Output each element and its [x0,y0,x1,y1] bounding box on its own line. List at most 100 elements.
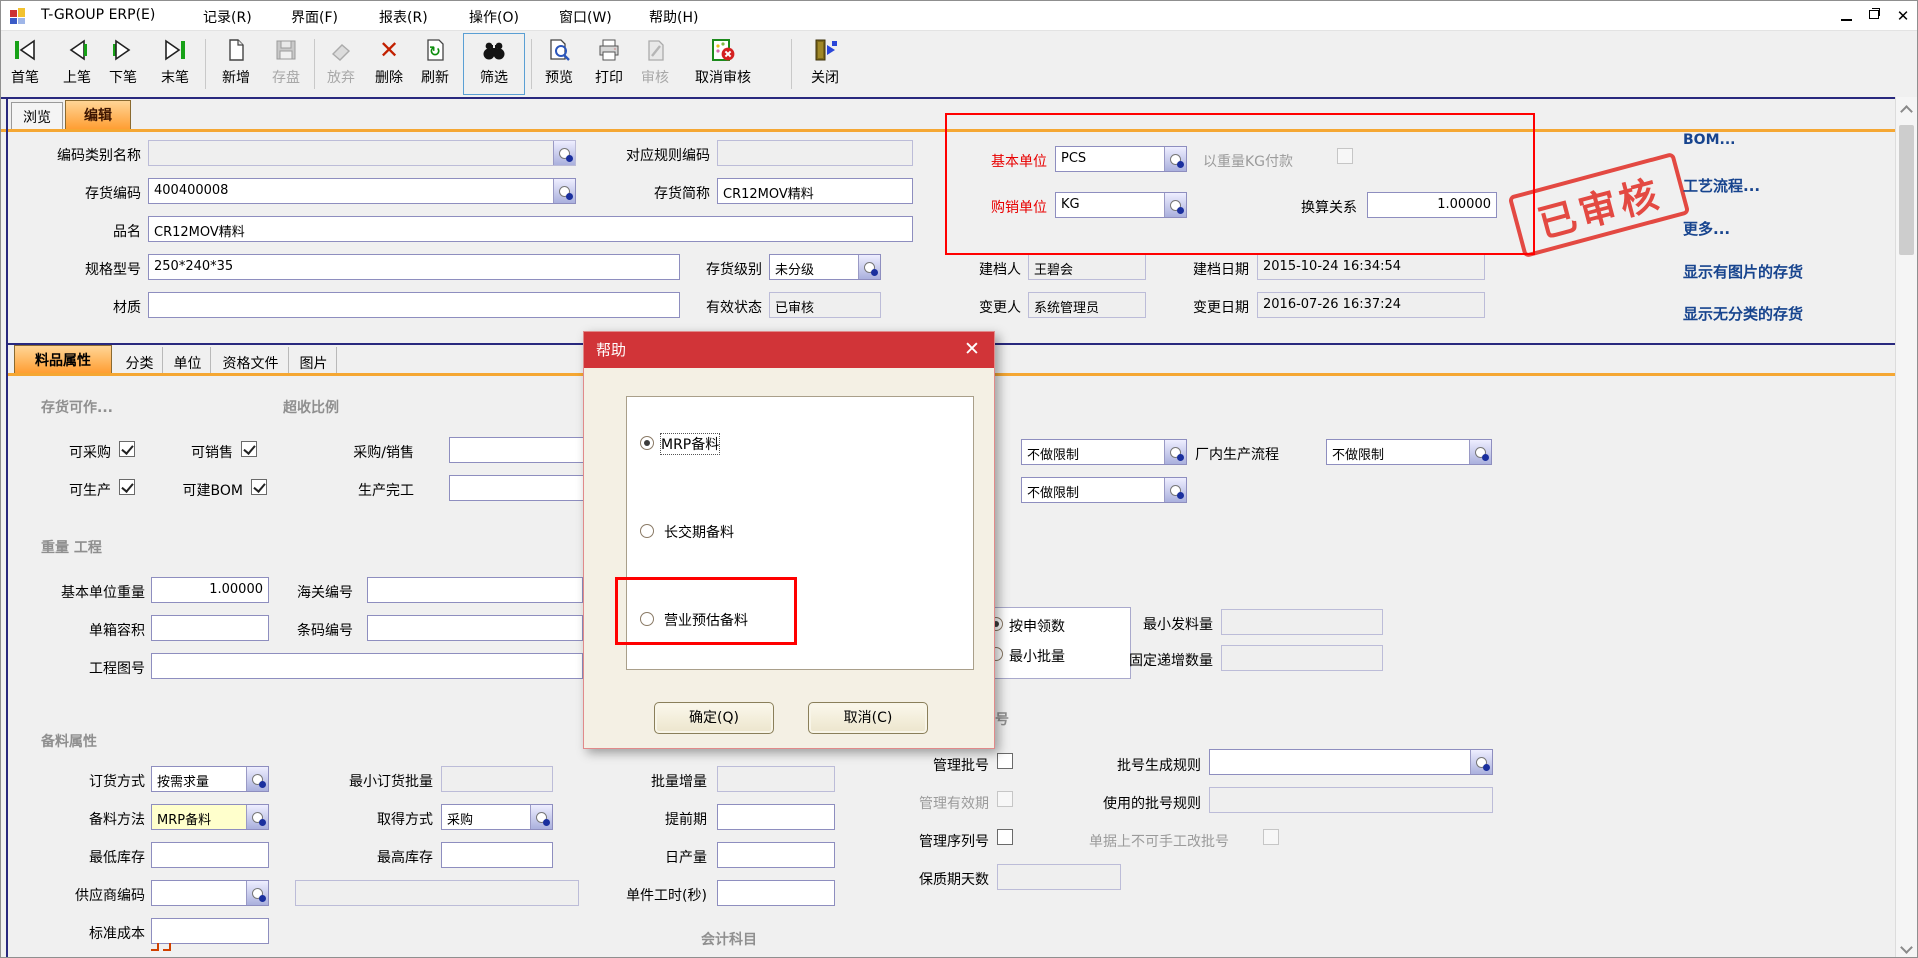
lead-time-field[interactable] [717,804,835,830]
mrp-prep-radio[interactable] [640,436,654,450]
order-method-field[interactable]: 按需求量 [151,766,269,792]
supplier-code-field[interactable] [151,880,269,906]
rule-code-field[interactable] [717,140,913,166]
save-button[interactable]: 存盘 [263,35,309,87]
process-flow-link[interactable]: 工艺流程... [1683,175,1760,196]
product-name-field[interactable]: CR12MOV精料 [148,216,913,242]
manage-batch-checkbox[interactable] [997,753,1013,769]
min-issue-field[interactable] [1221,609,1383,635]
tab-images[interactable]: 图片 [291,347,337,373]
manage-expiry-checkbox[interactable] [997,791,1013,807]
scroll-down-icon[interactable] [1900,941,1913,954]
restriction-field-2[interactable]: 不做限制 [1021,477,1187,503]
producible-checkbox[interactable] [119,479,135,495]
max-stock-field[interactable] [441,842,553,868]
sales-forecast-radio[interactable] [640,612,654,626]
drawing-number-field[interactable] [151,653,583,679]
batch-rule-field[interactable] [1209,749,1493,775]
std-cost-field[interactable] [151,918,269,944]
lookup-button[interactable] [1164,147,1186,171]
filter-button[interactable]: 筛选 [469,35,519,87]
manage-serial-checkbox[interactable] [997,829,1013,845]
close-form-button[interactable]: 关闭 [801,35,849,87]
dialog-close-icon[interactable]: ✕ [960,332,984,368]
lookup-button[interactable] [1470,750,1492,774]
prep-method-field[interactable]: MRP备料 [151,804,269,830]
spec-field[interactable]: 250*240*35 [148,254,680,280]
audit-button[interactable]: 审核 [633,35,677,87]
lookup-button[interactable] [553,179,575,203]
long-leadtime-radio[interactable] [640,524,654,538]
first-record-button[interactable]: 首笔 [3,35,47,87]
menu-tgroup-erp[interactable]: T-GROUP ERP(E) [37,6,159,26]
tab-classification[interactable]: 分类 [117,347,163,373]
no-manual-batch-checkbox[interactable] [1263,829,1279,845]
sellable-checkbox[interactable] [241,441,257,457]
ok-button[interactable]: 确定(Q) [654,702,774,734]
restore-button[interactable] [1865,7,1885,25]
long-leadtime-label[interactable]: 长交期备料 [664,522,734,542]
shelf-life-field[interactable] [997,864,1121,890]
pay-by-kg-checkbox[interactable] [1337,148,1353,164]
preview-button[interactable]: 预览 [537,35,581,87]
lookup-button[interactable] [246,881,268,905]
lookup-button[interactable] [530,805,552,829]
min-stock-field[interactable] [151,842,269,868]
lookup-button[interactable] [1164,440,1186,464]
tab-qualification-files[interactable]: 资格文件 [213,347,289,373]
menu-record[interactable]: 记录(R) [199,6,256,26]
batch-increment-field[interactable] [717,766,835,792]
vertical-scrollbar[interactable] [1895,97,1917,958]
next-record-button[interactable]: 下笔 [101,35,145,87]
purchasable-checkbox[interactable] [119,441,135,457]
acquire-method-field[interactable]: 采购 [441,804,553,830]
menu-interface[interactable]: 界面(F) [287,6,342,26]
close-window-button[interactable]: ✕ [1893,7,1913,25]
lookup-button[interactable] [246,767,268,791]
sales-forecast-label[interactable]: 营业预估备料 [664,610,748,630]
base-unit-weight-field[interactable]: 1.00000 [151,577,269,603]
menu-report[interactable]: 报表(R) [375,6,432,26]
last-record-button[interactable]: 末笔 [153,35,197,87]
tab-units[interactable]: 单位 [165,347,211,373]
lookup-button[interactable] [1164,478,1186,502]
lookup-button[interactable] [246,805,268,829]
bom-link[interactable]: BOM... [1683,132,1735,148]
prev-record-button[interactable]: 上笔 [55,35,99,87]
factory-flow-field[interactable]: 不做限制 [1326,439,1492,465]
lookup-button[interactable] [553,141,575,165]
lookup-button[interactable] [1164,193,1186,217]
show-with-images-link[interactable]: 显示有图片的存货 [1683,261,1803,282]
box-volume-field[interactable] [151,615,269,641]
scroll-up-icon[interactable] [1900,105,1913,118]
discard-button[interactable]: 放弃 [319,35,363,87]
minimize-button[interactable] [1837,7,1857,25]
code-category-field[interactable] [148,140,576,166]
restriction-field-1[interactable]: 不做限制 [1021,439,1187,465]
unit-time-field[interactable] [717,880,835,906]
tab-browse[interactable]: 浏览 [11,102,63,129]
inventory-code-field[interactable]: 400400008 [148,178,576,204]
delete-button[interactable]: ✕ 删除 [367,35,411,87]
tab-edit[interactable]: 编辑 [65,100,131,129]
refresh-button[interactable]: ↻ 刷新 [413,35,457,87]
menu-operation[interactable]: 操作(O) [465,6,523,26]
barcode-field[interactable] [367,615,583,641]
purchase-sales-ratio-field[interactable] [449,437,589,463]
scrollbar-thumb[interactable] [1899,125,1914,255]
min-order-field[interactable] [441,766,553,792]
material-field[interactable] [148,292,680,318]
daily-output-field[interactable] [717,842,835,868]
print-button[interactable]: 打印 [587,35,631,87]
help-dialog-titlebar[interactable]: 帮助 [584,332,994,368]
base-unit-field[interactable]: PCS [1055,146,1187,172]
lookup-button[interactable] [1469,440,1491,464]
customs-code-field[interactable] [367,577,583,603]
add-button[interactable]: 新增 [213,35,259,87]
inventory-abbr-field[interactable]: CR12MOV精料 [717,178,913,204]
conversion-field[interactable]: 1.00000 [1367,192,1497,218]
used-batch-rule-field[interactable] [1209,787,1493,813]
cancel-audit-button[interactable]: 取消审核 [681,35,765,87]
menu-window[interactable]: 窗口(W) [555,6,616,26]
cancel-button[interactable]: 取消(C) [808,702,928,734]
